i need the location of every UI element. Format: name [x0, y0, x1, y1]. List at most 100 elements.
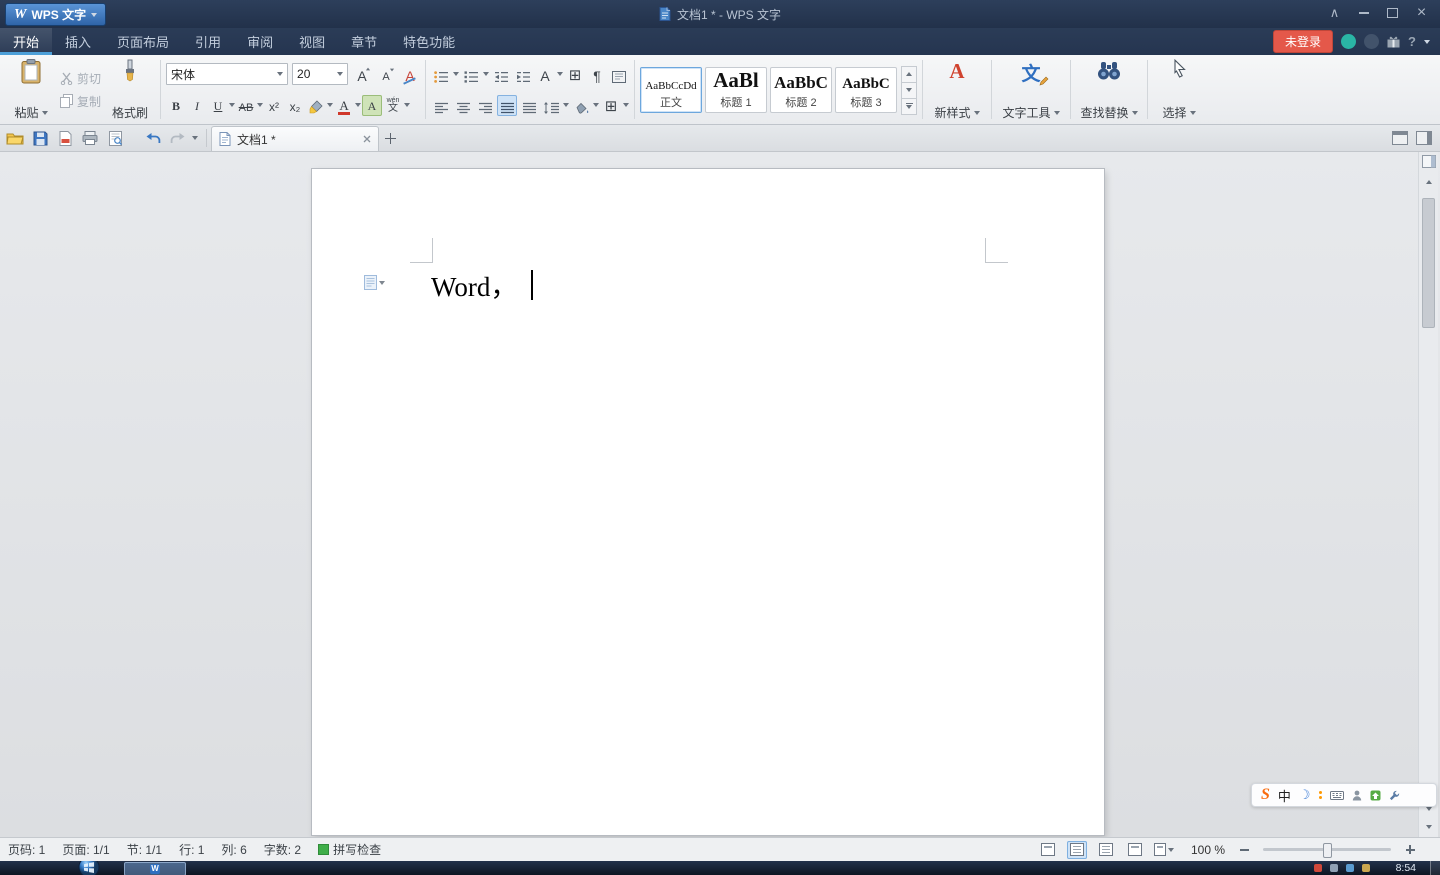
font-size-select[interactable]: 20 [292, 63, 348, 85]
style-normal[interactable]: AaBbCcDd 正文 [640, 67, 702, 113]
select-button[interactable]: 选择 [1153, 55, 1205, 124]
tab-section[interactable]: 章节 [338, 28, 390, 55]
italic-button[interactable]: I [187, 95, 207, 116]
align-left-button[interactable] [431, 95, 451, 116]
share-up-icon[interactable] [1370, 790, 1381, 801]
view-page-button[interactable] [1067, 841, 1087, 859]
subscript-button[interactable]: x₂ [285, 95, 305, 116]
show-marks-button[interactable]: ¶ [587, 64, 607, 85]
tab-page-layout[interactable]: 页面布局 [104, 28, 182, 55]
fullwidth-moon-icon[interactable]: ☽ [1299, 787, 1311, 803]
view-web-button[interactable] [1125, 841, 1145, 859]
change-case-chevron-icon[interactable] [557, 72, 563, 76]
minimize-button[interactable] [1349, 0, 1378, 26]
underline-chevron-icon[interactable] [229, 103, 235, 107]
tab-insert[interactable]: 插入 [52, 28, 104, 55]
ime-toolbar[interactable]: S 中 ☽ [1251, 783, 1437, 807]
decrease-indent-button[interactable] [491, 64, 511, 85]
close-button[interactable]: × [1407, 0, 1436, 26]
shading-chevron-icon[interactable] [593, 103, 599, 107]
taskbar-wps-button[interactable]: W [124, 862, 186, 875]
tab-special-features[interactable]: 特色功能 [390, 28, 468, 55]
zoom-slider[interactable] [1263, 848, 1391, 851]
document-page[interactable]: Word， [312, 169, 1104, 835]
document-tab-active[interactable]: 文档1 * [211, 126, 379, 151]
style-heading2[interactable]: AaBbC 标题 2 [770, 67, 832, 113]
vertical-scrollbar[interactable] [1418, 152, 1438, 837]
justify-button[interactable] [497, 95, 517, 116]
export-pdf-button[interactable] [54, 127, 76, 149]
style-heading1[interactable]: AaBl 标题 1 [705, 67, 767, 113]
tab-references[interactable]: 引用 [182, 28, 234, 55]
styles-scroll-down-button[interactable] [901, 82, 917, 99]
help-chevron-icon[interactable] [1424, 40, 1430, 44]
login-button[interactable]: 未登录 [1273, 30, 1333, 53]
font-color-button[interactable]: A [334, 95, 354, 116]
numbering-chevron-icon[interactable] [483, 72, 489, 76]
character-shading-button[interactable]: A [362, 95, 382, 116]
close-tab-icon[interactable] [363, 135, 371, 143]
insert-table-button[interactable]: ⊞ [565, 64, 585, 85]
collapse-window-button[interactable]: ∧ [1320, 0, 1349, 26]
increase-indent-button[interactable] [513, 64, 533, 85]
shrink-font-button[interactable]: A [376, 64, 396, 85]
text-tool-button[interactable]: 文 文字工具 [997, 55, 1065, 124]
line-spacing-button[interactable] [541, 95, 561, 116]
styles-scroll-up-button[interactable] [901, 66, 917, 83]
numbering-button[interactable] [461, 64, 481, 85]
paragraph-layout-button[interactable] [609, 64, 629, 85]
scroll-down-button[interactable] [1421, 819, 1436, 834]
copy-button[interactable]: 复制 [56, 91, 105, 112]
redo-button[interactable] [167, 127, 189, 149]
align-center-button[interactable] [453, 95, 473, 116]
maximize-button[interactable] [1378, 0, 1407, 26]
skin-person-icon[interactable] [1352, 790, 1362, 801]
pinyin-chevron-icon[interactable] [404, 103, 410, 107]
tray-update-icon[interactable] [1362, 864, 1370, 872]
format-painter-button[interactable]: 格式刷 [105, 55, 155, 124]
borders-button[interactable]: ⊞ [601, 95, 621, 116]
punctuation-icon[interactable] [1319, 791, 1322, 799]
print-preview-button[interactable] [104, 127, 126, 149]
view-more-button[interactable] [1154, 841, 1174, 859]
start-button[interactable] [78, 861, 100, 875]
side-toolbar-icon[interactable] [1421, 154, 1436, 169]
distribute-button[interactable] [519, 95, 539, 116]
cut-button[interactable]: 剪切 [56, 68, 105, 89]
bullets-chevron-icon[interactable] [453, 72, 459, 76]
clear-formatting-button[interactable]: A [400, 64, 420, 85]
tab-review[interactable]: 审阅 [234, 28, 286, 55]
ime-language-toggle[interactable]: 中 [1278, 786, 1291, 805]
document-text-line[interactable]: Word， [431, 265, 533, 304]
zoom-in-button[interactable] [1400, 841, 1420, 859]
change-case-button[interactable]: A [535, 64, 555, 85]
switch-ui-icon[interactable] [1392, 131, 1408, 145]
pinyin-guide-button[interactable]: wén 文 [383, 95, 403, 116]
find-replace-button[interactable]: 查找替换 [1076, 55, 1142, 124]
strikethrough-button[interactable]: AB [236, 95, 256, 116]
tab-home[interactable]: 开始 [0, 28, 52, 55]
save-button[interactable] [29, 127, 51, 149]
font-color-chevron-icon[interactable] [355, 103, 361, 107]
spellcheck-toggle[interactable]: 拼写检查 [318, 841, 381, 858]
highlight-color-button[interactable] [306, 95, 326, 116]
taskbar-clock[interactable]: 8:54 [1396, 862, 1416, 874]
scroll-up-button[interactable] [1421, 174, 1436, 189]
paste-options-tag[interactable] [364, 275, 385, 290]
style-heading3[interactable]: AaBbC 标题 3 [835, 67, 897, 113]
wps-menu-button[interactable]: W WPS 文字 [5, 3, 106, 26]
help-button[interactable]: ? [1408, 34, 1416, 49]
soft-keyboard-icon[interactable] [1330, 791, 1344, 800]
print-button[interactable] [79, 127, 101, 149]
tray-volume-icon[interactable] [1330, 864, 1338, 872]
open-button[interactable] [4, 127, 26, 149]
paste-button[interactable]: 粘贴 [6, 55, 56, 124]
styles-more-button[interactable] [901, 98, 917, 115]
strikethrough-chevron-icon[interactable] [257, 103, 263, 107]
view-fullscreen-button[interactable] [1038, 841, 1058, 859]
new-document-tab-button[interactable] [379, 127, 401, 149]
underline-button[interactable]: U [208, 95, 228, 116]
align-right-button[interactable] [475, 95, 495, 116]
scrollbar-thumb[interactable] [1422, 198, 1435, 328]
message-button[interactable] [1364, 34, 1379, 49]
